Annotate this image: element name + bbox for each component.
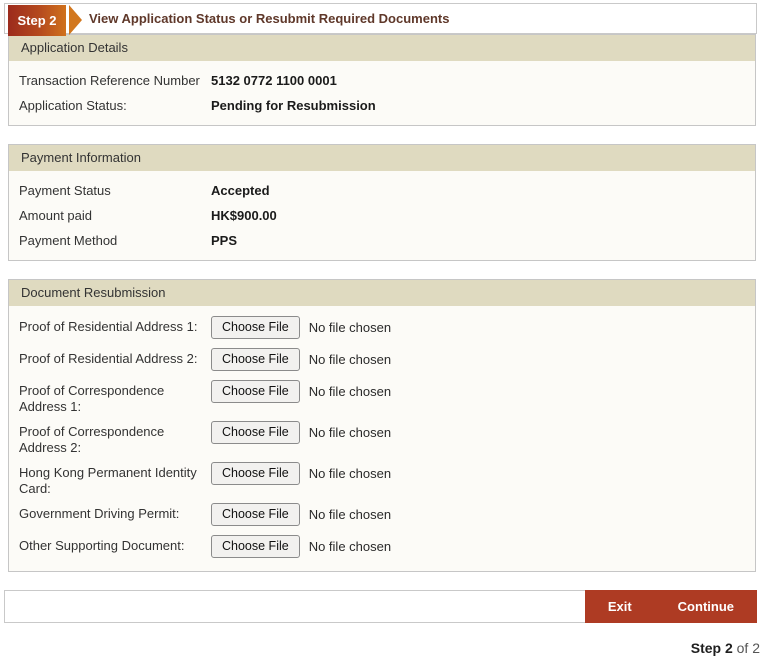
step-badge: Step 2 bbox=[8, 5, 66, 36]
application-details-header: Application Details bbox=[9, 35, 755, 61]
file-status-text: No file chosen bbox=[309, 384, 391, 399]
document-resubmission-header: Document Resubmission bbox=[9, 280, 755, 306]
file-input-driving-permit[interactable]: Choose File No file chosen bbox=[211, 502, 391, 526]
action-button-group: Exit Continue bbox=[585, 590, 757, 623]
step-indicator-suffix: of 2 bbox=[733, 640, 760, 656]
document-resubmission-section: Document Resubmission Proof of Residenti… bbox=[8, 279, 756, 572]
payment-information-header: Payment Information bbox=[9, 145, 755, 171]
info-row: Amount paid HK$900.00 bbox=[19, 203, 755, 228]
amount-paid-value: HK$900.00 bbox=[211, 208, 277, 223]
file-upload-row: Proof of Correspondence Address 2: Choos… bbox=[19, 420, 755, 456]
file-upload-row: Proof of Correspondence Address 1: Choos… bbox=[19, 379, 755, 415]
document-label: Proof of Correspondence Address 2: bbox=[19, 420, 211, 456]
choose-file-button[interactable]: Choose File bbox=[211, 380, 300, 403]
document-label: Hong Kong Permanent Identity Card: bbox=[19, 461, 211, 497]
file-status-text: No file chosen bbox=[309, 320, 391, 335]
file-input-correspondence-address-1[interactable]: Choose File No file chosen bbox=[211, 379, 391, 403]
file-input-other-supporting-document[interactable]: Choose File No file chosen bbox=[211, 534, 391, 558]
exit-button[interactable]: Exit bbox=[585, 590, 655, 623]
step-indicator: Step 2 of 2 bbox=[0, 640, 760, 656]
info-row: Payment Method PPS bbox=[19, 228, 755, 253]
step-indicator-current: Step 2 bbox=[691, 640, 733, 656]
file-status-text: No file chosen bbox=[309, 466, 391, 481]
action-bar: Exit Continue bbox=[4, 590, 757, 623]
info-label: Amount paid bbox=[19, 208, 211, 223]
file-upload-row: Proof of Residential Address 1: Choose F… bbox=[19, 315, 755, 342]
document-label: Proof of Correspondence Address 1: bbox=[19, 379, 211, 415]
payment-information-section: Payment Information Payment Status Accep… bbox=[8, 144, 756, 261]
info-row: Application Status: Pending for Resubmis… bbox=[19, 93, 755, 118]
page-title: View Application Status or Resubmit Requ… bbox=[89, 4, 449, 34]
step-arrow-icon bbox=[69, 5, 82, 35]
info-label: Application Status: bbox=[19, 98, 211, 113]
file-status-text: No file chosen bbox=[309, 507, 391, 522]
document-label: Other Supporting Document: bbox=[19, 534, 211, 554]
choose-file-button[interactable]: Choose File bbox=[211, 348, 300, 371]
file-input-residential-address-2[interactable]: Choose File No file chosen bbox=[211, 347, 391, 371]
info-label: Payment Method bbox=[19, 233, 211, 248]
file-status-text: No file chosen bbox=[309, 352, 391, 367]
file-input-correspondence-address-2[interactable]: Choose File No file chosen bbox=[211, 420, 391, 444]
application-status-value: Pending for Resubmission bbox=[211, 98, 376, 113]
info-row: Transaction Reference Number 5132 0772 1… bbox=[19, 68, 755, 93]
continue-button[interactable]: Continue bbox=[655, 590, 757, 623]
info-label: Transaction Reference Number bbox=[19, 73, 211, 88]
choose-file-button[interactable]: Choose File bbox=[211, 535, 300, 558]
application-details-section: Application Details Transaction Referenc… bbox=[8, 34, 756, 126]
choose-file-button[interactable]: Choose File bbox=[211, 503, 300, 526]
transaction-reference-value: 5132 0772 1100 0001 bbox=[211, 73, 337, 88]
document-label: Proof of Residential Address 1: bbox=[19, 315, 211, 335]
file-upload-row: Other Supporting Document: Choose File N… bbox=[19, 534, 755, 561]
application-details-body: Transaction Reference Number 5132 0772 1… bbox=[9, 61, 755, 125]
payment-information-body: Payment Status Accepted Amount paid HK$9… bbox=[9, 171, 755, 260]
payment-method-value: PPS bbox=[211, 233, 237, 248]
file-status-text: No file chosen bbox=[309, 425, 391, 440]
step-badge-label: Step 2 bbox=[17, 13, 56, 28]
file-input-identity-card[interactable]: Choose File No file chosen bbox=[211, 461, 391, 485]
file-upload-row: Government Driving Permit: Choose File N… bbox=[19, 502, 755, 529]
choose-file-button[interactable]: Choose File bbox=[211, 421, 300, 444]
info-row: Payment Status Accepted bbox=[19, 178, 755, 203]
step-banner: Step 2 View Application Status or Resubm… bbox=[4, 3, 757, 34]
file-upload-row: Proof of Residential Address 2: Choose F… bbox=[19, 347, 755, 374]
document-resubmission-body: Proof of Residential Address 1: Choose F… bbox=[9, 306, 755, 571]
file-upload-row: Hong Kong Permanent Identity Card: Choos… bbox=[19, 461, 755, 497]
info-label: Payment Status bbox=[19, 183, 211, 198]
choose-file-button[interactable]: Choose File bbox=[211, 462, 300, 485]
file-status-text: No file chosen bbox=[309, 539, 391, 554]
document-label: Proof of Residential Address 2: bbox=[19, 347, 211, 367]
document-label: Government Driving Permit: bbox=[19, 502, 211, 522]
payment-status-value: Accepted bbox=[211, 183, 270, 198]
choose-file-button[interactable]: Choose File bbox=[211, 316, 300, 339]
file-input-residential-address-1[interactable]: Choose File No file chosen bbox=[211, 315, 391, 339]
